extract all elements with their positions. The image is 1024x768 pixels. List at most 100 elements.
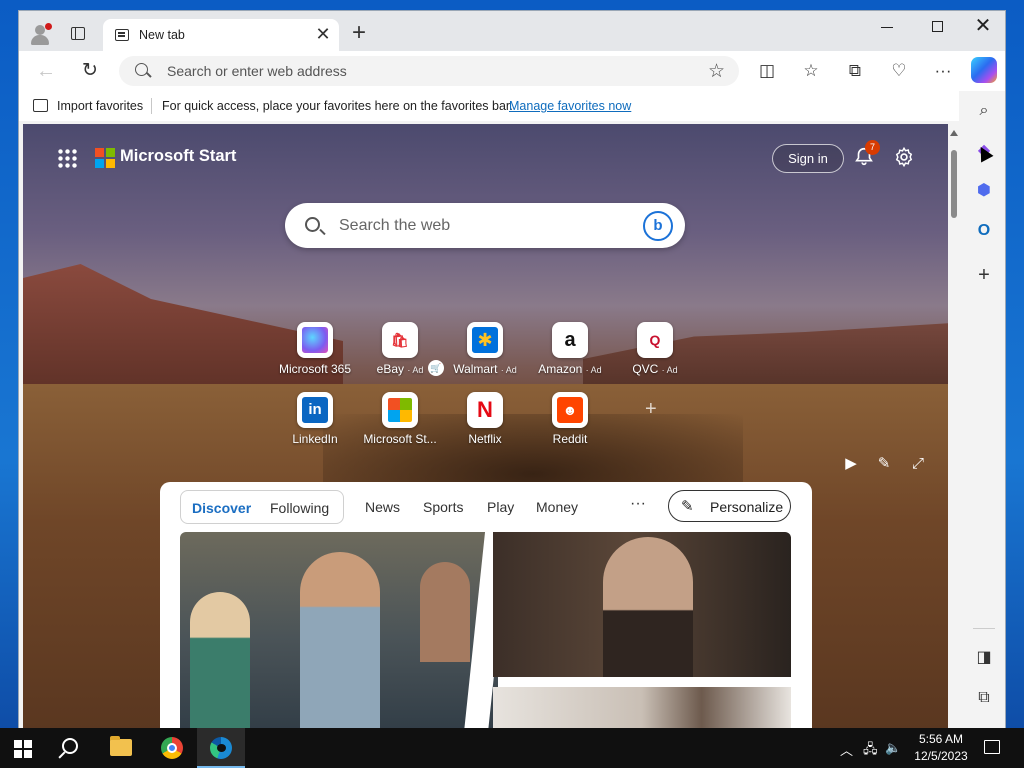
manage-favorites-link[interactable]: Manage favorites now [509, 99, 631, 113]
new-tab-button[interactable]: + [347, 21, 371, 46]
linkedin-icon: in [297, 392, 333, 428]
microsoft-start-page: Microsoft Start Sign in 7 b Microsoft 36… [23, 124, 948, 729]
quick-link-reddit[interactable]: ☻ Reddit [530, 392, 610, 456]
notifications-bell-icon[interactable]: 7 [853, 140, 880, 170]
quick-link-qvc[interactable]: Q QVC · Ad [615, 322, 695, 386]
show-hidden-icons-chevron-icon[interactable]: ︿ [840, 740, 853, 759]
web-search-box[interactable]: b [285, 203, 685, 248]
feed-card-image[interactable] [493, 532, 791, 677]
sidebar-outlook-icon[interactable]: O [973, 220, 995, 242]
taskbar-file-explorer[interactable] [98, 728, 146, 768]
close-window-button[interactable]: ✕ [971, 14, 995, 38]
profile-icon[interactable] [29, 23, 52, 45]
taskbar-search-icon[interactable] [62, 738, 78, 754]
open-external-icon[interactable]: ⧉ [973, 687, 995, 709]
page-settings-gear-icon[interactable] [893, 146, 915, 168]
tab-bar: New tab ✕ + ✕ [19, 11, 1005, 51]
chrome-icon [161, 737, 183, 759]
brand-title[interactable]: Microsoft Start [120, 147, 236, 166]
scroll-thumb[interactable] [951, 150, 957, 218]
sign-in-button[interactable]: Sign in [772, 144, 844, 173]
feed-nav-news[interactable]: News [365, 499, 400, 515]
hide-sidebar-icon[interactable]: ◨ [973, 647, 995, 669]
maximize-button[interactable] [932, 21, 943, 32]
feed-card-image[interactable] [493, 687, 791, 729]
ad-label: · Ad [585, 365, 602, 375]
collections-icon[interactable]: ⧉ [843, 59, 867, 83]
search-icon [135, 63, 148, 76]
back-button[interactable]: ← [35, 60, 57, 82]
volume-muted-icon[interactable]: 🔈 [885, 740, 901, 756]
browser-essentials-icon[interactable]: ♡ [887, 59, 911, 83]
microsoft-store-icon [382, 392, 418, 428]
tile-label: Microsoft St... [363, 432, 437, 446]
feed-nav-play[interactable]: Play [487, 499, 514, 515]
ad-label: · Ad [661, 365, 678, 375]
bing-chat-icon[interactable]: b [643, 211, 673, 241]
quick-link-microsoft-365[interactable]: Microsoft 365 [275, 322, 355, 386]
tab-actions-icon[interactable] [71, 27, 85, 40]
edge-icon [210, 737, 232, 759]
page-scrollbar[interactable] [948, 124, 960, 729]
minimize-button[interactable] [881, 27, 893, 29]
clock-time: 5:56 AM [918, 732, 964, 746]
tab-close-icon[interactable]: ✕ [313, 24, 333, 44]
refresh-button[interactable]: ↻ [79, 60, 101, 82]
action-center-icon[interactable] [984, 740, 1000, 754]
new-tab-page-icon [115, 29, 129, 41]
feed-nav-sports[interactable]: Sports [423, 499, 463, 515]
import-favorites-button[interactable]: Import favorites [57, 99, 143, 113]
sidebar-add-icon[interactable]: + [973, 264, 995, 286]
taskbar-edge[interactable] [197, 728, 245, 768]
ebay-icon: 🛍 [382, 322, 418, 358]
web-search-input[interactable] [339, 203, 619, 248]
tile-label: Walmart [453, 362, 498, 376]
add-favorite-star-icon[interactable]: ☆ [708, 60, 725, 83]
tab-title: New tab [139, 28, 185, 42]
customize-background-icon[interactable]: ✎ [874, 454, 894, 474]
news-feed: Discover Following News Sports Play Mone… [160, 482, 812, 729]
navigation-bar: ← ↻ ☆ ◫ ☆ ⧉ ♡ ··· [19, 51, 1005, 91]
play-background-icon[interactable]: ▶ [841, 454, 861, 474]
personalize-label: Personalize [710, 499, 784, 515]
taskbar-chrome[interactable] [148, 728, 196, 768]
qvc-icon: Q [637, 322, 673, 358]
personalize-button[interactable]: ✎ Personalize [668, 490, 791, 522]
more-options-icon[interactable]: ··· [630, 495, 646, 513]
quick-link-amazon[interactable]: a Amazon · Ad [530, 322, 610, 386]
tab-following[interactable]: Following [270, 500, 329, 516]
ad-label: · Ad [407, 365, 424, 375]
quick-link-walmart[interactable]: ✱ Walmart · Ad [445, 322, 525, 386]
favorites-icon[interactable]: ☆ [799, 59, 823, 83]
scroll-up-arrow-icon[interactable] [950, 130, 958, 136]
split-screen-icon[interactable]: ◫ [755, 59, 779, 83]
quick-link-microsoft-store[interactable]: Microsoft St... [360, 392, 440, 456]
network-icon[interactable]: 🖧 [863, 740, 878, 762]
feed-nav-money[interactable]: Money [536, 499, 578, 515]
quick-link-linkedin[interactable]: in LinkedIn [275, 392, 355, 456]
quick-link-netflix[interactable]: N Netflix [445, 392, 525, 456]
taskbar-clock[interactable]: 5:56 AM 12/5/2023 [905, 731, 977, 765]
expand-icon[interactable]: ⤢ [908, 454, 928, 474]
add-quick-link-icon[interactable]: + [645, 398, 657, 421]
feed-card-hero-image[interactable] [180, 532, 498, 729]
amazon-icon: a [552, 322, 588, 358]
tab-discover[interactable]: Discover [192, 500, 251, 516]
edit-pen-icon: ✎ [681, 498, 694, 515]
copilot-icon[interactable] [971, 57, 997, 83]
sidebar-microsoft-365-icon[interactable]: ⬢ [973, 180, 995, 202]
walmart-icon: ✱ [467, 322, 503, 358]
browser-window: New tab ✕ + ✕ ← ↻ ☆ ◫ ☆ ⧉ ♡ ··· Import f… [18, 10, 1006, 730]
tab-new-tab[interactable]: New tab ✕ [103, 19, 339, 51]
app-launcher-icon[interactable] [57, 148, 77, 168]
folder-icon [110, 736, 132, 756]
notification-count-badge: 7 [865, 140, 880, 155]
import-favorites-icon[interactable] [33, 99, 48, 112]
sidebar-search-icon[interactable]: ⌕ [973, 100, 995, 122]
settings-and-more-icon[interactable]: ··· [931, 59, 955, 83]
address-input[interactable] [167, 56, 687, 86]
start-menu-windows-icon[interactable] [14, 740, 32, 758]
quick-link-ebay[interactable]: 🛍 eBay · Ad 🛒 [360, 322, 444, 386]
address-bar[interactable]: ☆ [119, 56, 739, 86]
microsoft-365-icon [297, 322, 333, 358]
